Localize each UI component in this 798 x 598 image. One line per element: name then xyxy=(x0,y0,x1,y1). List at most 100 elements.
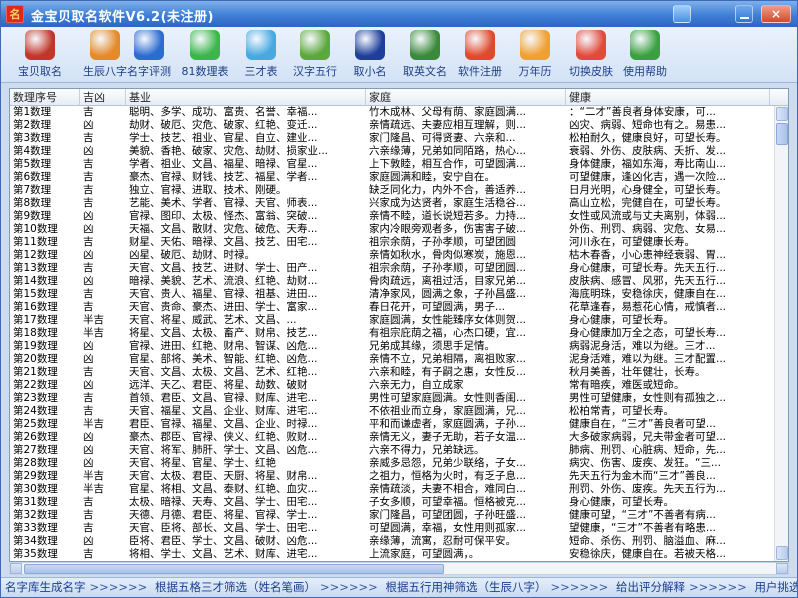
table-row[interactable]: 第12数理 凶 凶星、破厄、劫财、时禄。 亲情如秋水，骨肉似寒炭，施恩... 枯木春香，… xyxy=(10,249,774,262)
table-cell: 河川永在，可望健康长寿。 xyxy=(569,236,695,248)
column-header[interactable]: 家庭 xyxy=(366,89,566,106)
table-row[interactable]: 第22数理 凶 远洋、天乙、君臣、将星、劫数、破财 六亲无力，自立成家 常有暗疾，难医或… xyxy=(10,379,774,392)
vertical-scrollbar[interactable] xyxy=(774,106,788,561)
minimize-button[interactable] xyxy=(735,5,753,23)
toolbar-button-11[interactable]: 切换皮肤 xyxy=(565,30,617,82)
table-row[interactable]: 第32数理 吉 天德、月德、君臣、将星、官禄、学士... 家门隆昌，可望团圆，子孙旺盛… xyxy=(10,509,774,522)
data-grid[interactable]: 数理序号 吉凶 基业 家庭 健康 第1数理吉聪明、多学、成功、富贵、名誉、幸福... 竹木… xyxy=(9,88,789,562)
scroll-down-icon[interactable] xyxy=(776,546,788,560)
table-row[interactable]: 第3数理 吉 学士、技艺、祖业、官星、自立、建业... 家门隆昌、可得贤妻、六亲和..… xyxy=(10,132,774,145)
table-cell: 竹木成林、父母有荫、家庭圆满... xyxy=(369,106,527,118)
table-cell: 枯木春香，小心患神经衰弱、胃... xyxy=(569,249,727,261)
table-row[interactable]: 第11数理 吉 财星、天佑、暗禄、文昌、技艺、田宅... 祖宗余荫，子孙孝顺，可望团圆… xyxy=(10,236,774,249)
table-row[interactable]: 第25数理 半吉 君臣、官禄、福星、文昌、企业、时禄... 平和而谦虚者，家庭圆满，子… xyxy=(10,418,774,431)
table-cell: 衰弱、外伤、皮肤病、夭折、发... xyxy=(569,145,727,157)
toolbar-button-6[interactable]: 汉字五行 xyxy=(287,30,343,82)
column-header[interactable]: 数理序号 xyxy=(10,89,80,106)
column-header[interactable]: 吉凶 xyxy=(80,89,126,106)
table-row[interactable]: 第15数理 吉 天官、贵人、福星、官禄、祖基、进田... 清净家风，圆满之象，子孙昌盛… xyxy=(10,288,774,301)
table-cell: 亲情如秋水，骨肉似寒炭，施恩... xyxy=(369,249,527,261)
table-cell: 第7数理 xyxy=(13,184,52,196)
toolbar-button-1[interactable]: 宝贝取名 xyxy=(13,30,67,82)
table-row[interactable]: 第28数理 凶 天官、将星、官星、学士、红艳 亲威多忌怨，兄弟少联络，子女... 病灾、… xyxy=(10,457,774,470)
table-cell: 第25数理 xyxy=(13,418,58,430)
table-cell: 凶 xyxy=(83,340,94,352)
table-cell: 吉 xyxy=(83,171,94,183)
table-cell: 官禄、图印、太极、怪杰、富翁、突破... xyxy=(129,210,318,222)
table-row[interactable]: 第34数理 凶 臣将、君臣、学士、文昌、破财、凶危... 亲缘薄，流寓，忍耐可保平安。… xyxy=(10,535,774,548)
table-cell: 肺病、刑罚、心脏病、短命，先... xyxy=(569,444,727,456)
table-cell: 病弱泥身活，难以为继。三才... xyxy=(569,340,716,352)
table-cell: 男性可望健康，女性则有孤独之... xyxy=(569,392,727,404)
table-row[interactable]: 第14数理 凶 暗禄、美貌、艺术、流浪、红艳、劫财... 骨肉疏远，离祖过活，目家兄弟… xyxy=(10,275,774,288)
table-row[interactable]: 第2数理 凶 劫财、破厄、灾危、破家、红艳、变迁... 亲情疏远、夫妻应相互理解，则.… xyxy=(10,119,774,132)
horizontal-scrollbar[interactable] xyxy=(9,562,789,575)
table-cell: 天官、太极、君臣、天厨、将星、财帛... xyxy=(129,470,318,482)
column-header[interactable]: 健康 xyxy=(566,89,770,106)
table-cell: 凶 xyxy=(83,457,94,469)
table-cell: 缺乏同化力，内外不合，善适养... xyxy=(369,184,527,196)
table-cell: 身心健康加万全之态，可望长寿... xyxy=(569,327,727,339)
table-row[interactable]: 第35数理 吉 将相、学士、文昌、艺术、财库、进宅... 上流家庭，可望圆满，。 安稳徐… xyxy=(10,548,774,561)
table-cell: 上下敦睦，相互合作，可望圆满... xyxy=(369,158,527,170)
toolbar-button-label: 汉字五行 xyxy=(293,65,337,78)
table-row[interactable]: 第4数理 凶 美貌、香艳、破家、灾危、劫财、损家业... 六亲缘薄，兄弟如同陌路，热心… xyxy=(10,145,774,158)
table-row[interactable]: 第29数理 半吉 天官、太极、君臣、天厨、将星、财帛... 之祖力，恒格为火时，有乏子… xyxy=(10,470,774,483)
table-cell: 天福、文昌、散财、灾危、破危、天寿... xyxy=(129,223,318,235)
toolbar-button-9[interactable]: 软件注册 xyxy=(453,30,507,82)
table-row[interactable]: 第19数理 凶 官禄、进田、红艳、财帛、智谋、凶危... 兄弟成其缘，须思手足情。 病弱… xyxy=(10,340,774,353)
table-cell: 家内冷眼旁观者多，伤害害子破... xyxy=(369,223,527,235)
table-row[interactable]: 第24数理 吉 天官、福星、文昌、企业、财库、进宅... 不依祖业而立身，家庭圆满，兄… xyxy=(10,405,774,418)
table-row[interactable]: 第26数理 凶 豪杰、郡臣、官禄、侠义、红艳、败财... 亲情无义，妻子无助，若子女温… xyxy=(10,431,774,444)
table-row[interactable]: 第18数理 半吉 将星、文昌、太极、畜产、财帛、技艺... 有祖宗庇荫之福，心杰口硬，… xyxy=(10,327,774,340)
toolbar-button-5[interactable]: 三才表 xyxy=(241,30,281,82)
table-cell: 先天五行为金木而“三才”善良... xyxy=(569,470,716,482)
table-cell: 刑罚、外伤、废疾。先天五行为... xyxy=(569,483,727,495)
table-row[interactable]: 第9数理 凶 官禄、图印、太极、怪杰、富翁、突破... 亲情不睦，道长说短若多。力持.… xyxy=(10,210,774,223)
table-cell: 祖宗余荫，子孙孝顺，可望团圆... xyxy=(369,262,527,274)
table-cell: 第35数理 xyxy=(13,548,58,560)
table-row[interactable]: 第21数理 吉 天官、文昌、太极、文昌、艺术、红艳... 六亲和睦，有子嗣之惠，女性反… xyxy=(10,366,774,379)
table-row[interactable]: 第20数理 凶 官星、部将、美术、智能、红艳、凶危... 亲情不立，兄弟相隔，离祖败家… xyxy=(10,353,774,366)
table-row[interactable]: 第7数理 吉 独立、官禄、进取、技术、刚硬。 缺乏同化力，内外不合，善适养... 日月光… xyxy=(10,184,774,197)
table-cell: 第6数理 xyxy=(13,171,52,183)
toolbar-button-7[interactable]: 取小名 xyxy=(349,30,391,82)
table-row[interactable]: 第27数理 凶 天官、将军、肺肝、学士、文昌、凶危... 六亲不得力，兄弟缺远。 肺病、… xyxy=(10,444,774,457)
toolbar-button-4[interactable]: 81数理表 xyxy=(179,30,231,82)
table-row[interactable]: 第13数理 吉 天官、文昌、技艺、进财、学士、田产... 祖宗余荫，子孙孝顺，可望团圆… xyxy=(10,262,774,275)
table-cell: 凶 xyxy=(83,444,94,456)
table-cell: 首领、君臣、文昌、官禄、财库、进宅... xyxy=(129,392,318,404)
table-cell: 天官、文昌、太极、文昌、艺术、红艳... xyxy=(129,366,318,378)
close-button[interactable]: × xyxy=(761,5,791,23)
title-bar[interactable]: 名 金宝贝取名软件V6.2(未注册) × xyxy=(1,1,797,27)
hscroll-thumb[interactable] xyxy=(24,564,444,574)
table-row[interactable]: 第30数理 半吉 官星、将相、文昌、泰财、红艳、血灾... 亲情疏淡，夫妻不相合，难同… xyxy=(10,483,774,496)
table-cell: 男性可望家庭圆满。女性则香闺... xyxy=(369,392,527,404)
table-cell: 第8数理 xyxy=(13,197,52,209)
table-row[interactable]: 第16数理 吉 天官、贵命、豪杰、进田、学士、富家... 春日花开，可望圆满，男子..… xyxy=(10,301,774,314)
table-cell: 平和而谦虚者，家庭圆满，子孙... xyxy=(369,418,527,430)
table-cell: 凶 xyxy=(83,249,94,261)
table-cell: 女性或风流或与丈夫离别，体弱... xyxy=(569,210,727,222)
toolbar-button-8[interactable]: 取英文名 xyxy=(399,30,451,82)
table-cell: 家门隆昌，可望团圆，子孙旺盛... xyxy=(369,509,527,521)
column-header[interactable]: 基业 xyxy=(126,89,366,106)
table-row[interactable]: 第6数理 吉 豪杰、官禄、财钱、技艺、福星、学者... 家庭圆满和睦，安宁自在。 可望健… xyxy=(10,171,774,184)
table-row[interactable]: 第23数理 吉 首领、君臣、文昌、官禄、财库、进宅... 男性可望家庭圆满。女性则香闺… xyxy=(10,392,774,405)
toolbar-button-10[interactable]: 万年历 xyxy=(513,30,557,82)
scroll-right-icon[interactable] xyxy=(776,563,788,574)
scroll-left-icon[interactable] xyxy=(10,563,22,574)
table-row[interactable]: 第10数理 凶 天福、文昌、散财、灾危、破危、天寿... 家内冷眼旁观者多，伤害害子破… xyxy=(10,223,774,236)
table-row[interactable]: 第33数理 吉 天官、臣将、部长、文昌、学士、田宅... 可望圆满，幸福，女性用则孤家… xyxy=(10,522,774,535)
scroll-up-icon[interactable] xyxy=(776,107,788,121)
table-row[interactable]: 第17数理 半吉 天官、将星、威武、艺术、文昌、... 家庭圆满，女性能臻序女体则贺.… xyxy=(10,314,774,327)
table-cell: 常有暗疾，难医或短命。 xyxy=(569,379,685,391)
table-row[interactable]: 第31数理 吉 太极、暗禄、天寿、文昌、学士、田宅... 子女多顺，可望幸福。恒格被克… xyxy=(10,496,774,509)
scroll-thumb[interactable] xyxy=(776,123,788,145)
table-row[interactable]: 第5数理 吉 学者、祖业、文昌、福星、暗禄、官星... 上下敦睦，相互合作，可望圆满.… xyxy=(10,158,774,171)
skin-icon[interactable] xyxy=(673,5,691,23)
table-row[interactable]: 第8数理 吉 艺能、美术、学者、官禄、天官、师表... 兴家成为达贤者，家庭生活稳谷.… xyxy=(10,197,774,210)
toolbar-button-3[interactable]: 名字评测 xyxy=(123,30,175,82)
table-row[interactable]: 第1数理 吉 聪明、多学、成功、富贵、名誉、幸福... 竹木成林、父母有荫、家庭圆满.… xyxy=(10,106,774,119)
toolbar-button-12[interactable]: 使用帮助 xyxy=(619,30,671,82)
